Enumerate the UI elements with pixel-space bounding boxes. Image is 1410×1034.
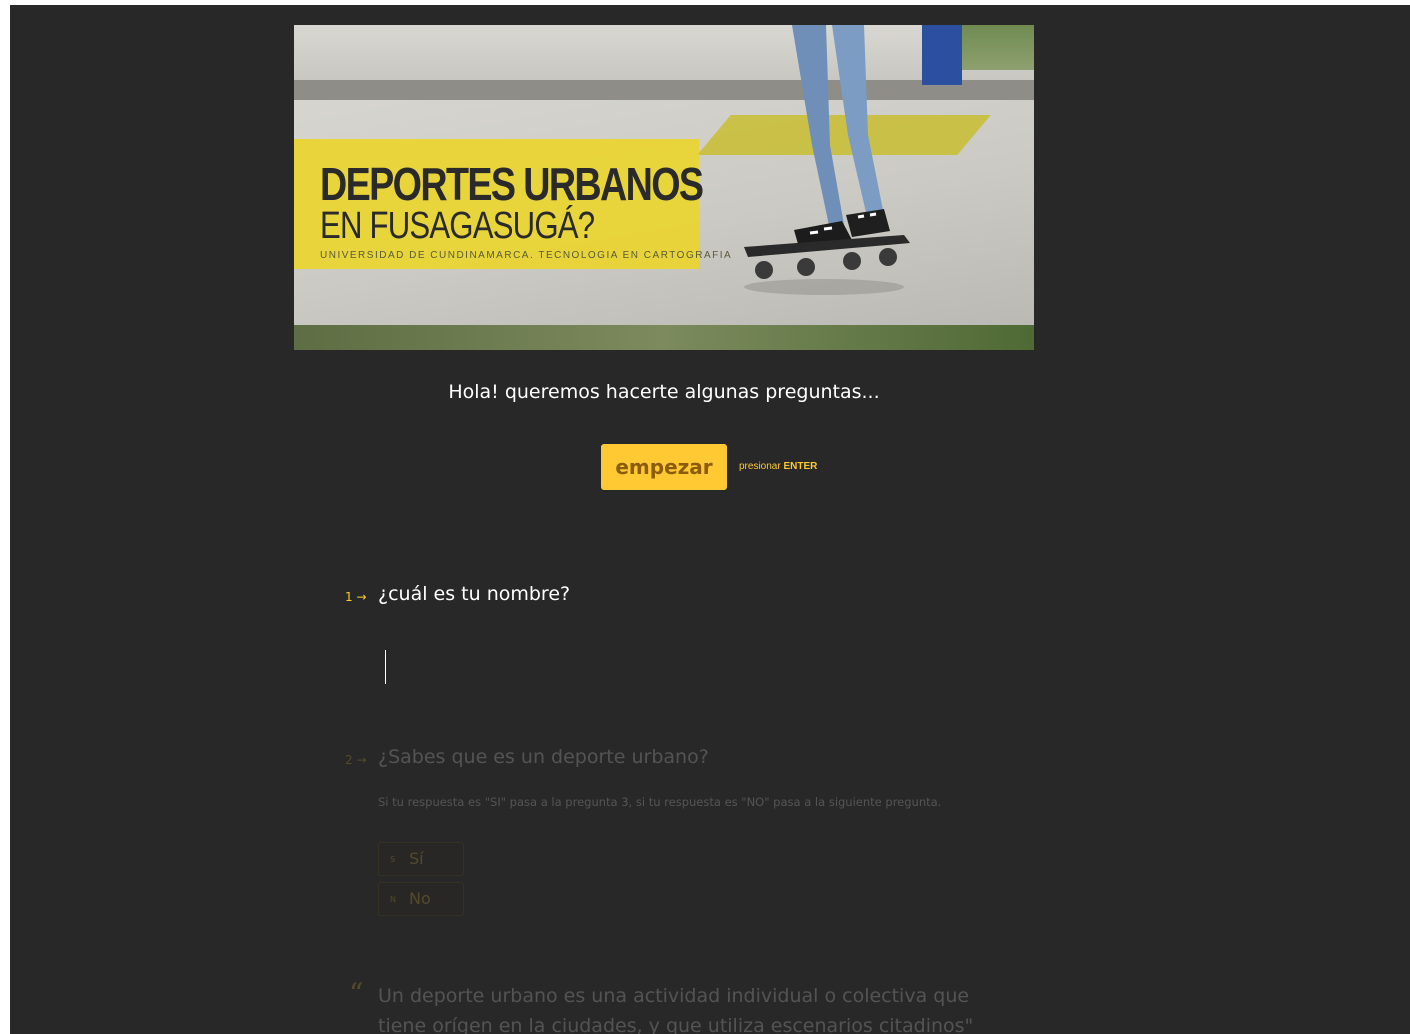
banner-grass-bottom bbox=[294, 325, 1034, 350]
text-caret bbox=[385, 650, 386, 684]
skater-illustration bbox=[744, 25, 910, 295]
name-input[interactable] bbox=[378, 645, 1018, 689]
choice-si-button[interactable]: S Sí bbox=[378, 842, 464, 876]
quote-text: Un deporte urbano es una actividad indiv… bbox=[378, 985, 974, 1034]
banner-title: DEPORTES URBANOS bbox=[320, 158, 704, 210]
choice-no-label: No bbox=[409, 889, 431, 908]
question-2-text: ¿Sabes que es un deporte urbano? bbox=[378, 746, 709, 768]
choice-no-key: N bbox=[390, 895, 396, 904]
question-1-text: ¿cuál es tu nombre? bbox=[378, 583, 571, 605]
banner-blue-post bbox=[922, 25, 962, 85]
choice-si-label: Sí bbox=[409, 849, 424, 868]
arrow-right-icon: → bbox=[356, 753, 367, 767]
start-button[interactable]: empezar bbox=[601, 444, 727, 490]
question-1-index: 1 bbox=[345, 590, 353, 604]
quote-icon: “ bbox=[349, 977, 364, 1010]
enter-hint-prefix: presionar bbox=[739, 461, 781, 472]
question-2-number: 2 → bbox=[345, 753, 367, 767]
enter-hint-key: ENTER bbox=[783, 461, 818, 472]
question-1-number: 1 → bbox=[345, 590, 367, 604]
typeform-app: DEPORTES URBANOS EN FUSAGASUGÁ? UNIVERSI… bbox=[10, 5, 1410, 1034]
banner-grass-top bbox=[962, 25, 1034, 70]
welcome-message: Hola! queremos hacerte algunas preguntas… bbox=[448, 381, 880, 403]
banner-credit: UNIVERSIDAD DE CUNDINAMARCA. TECNOLOGIA … bbox=[320, 250, 733, 261]
choice-no-button[interactable]: N No bbox=[378, 882, 464, 916]
enter-hint: presionar ENTER bbox=[739, 461, 817, 472]
banner-subtitle: EN FUSAGASUGÁ? bbox=[320, 205, 595, 247]
arrow-right-icon: → bbox=[356, 590, 367, 604]
banner-image: DEPORTES URBANOS EN FUSAGASUGÁ? UNIVERSI… bbox=[294, 25, 1034, 350]
question-2-description: Si tu respuesta es "SI" pasa a la pregun… bbox=[378, 795, 942, 809]
choice-si-key: S bbox=[390, 855, 396, 864]
question-2-index: 2 bbox=[345, 753, 353, 767]
